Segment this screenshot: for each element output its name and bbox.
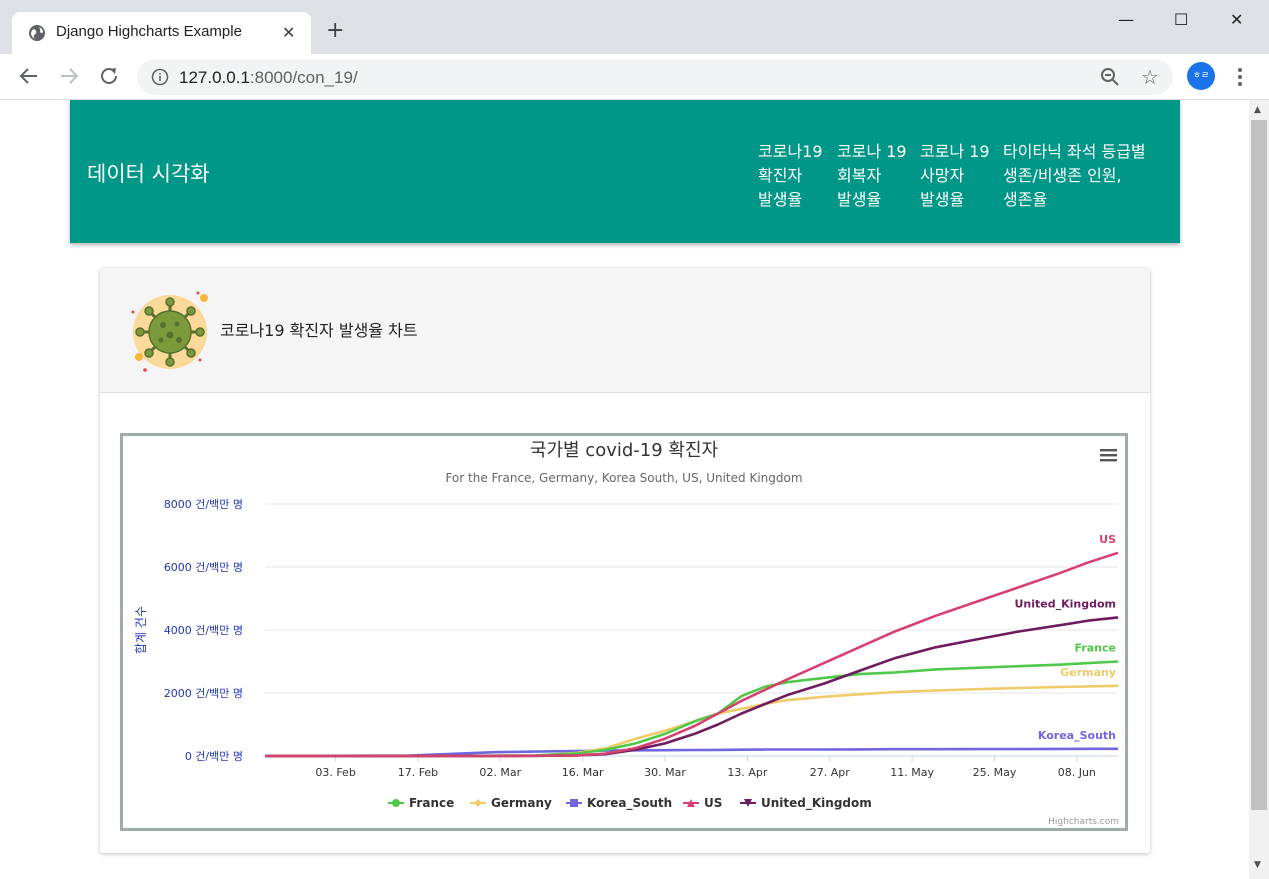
globe-icon	[29, 25, 45, 41]
x-tick-label: 27. Apr	[810, 766, 850, 779]
line-chart: 국가별 covid-19 확진자 For the France, Germany…	[134, 440, 1119, 827]
x-tick-label: 30. Mar	[644, 766, 686, 779]
nav-link-line: 발생율	[837, 190, 882, 209]
x-tick-label: 13. Apr	[727, 766, 767, 779]
back-arrow-icon[interactable]	[17, 64, 41, 88]
info-icon[interactable]	[151, 68, 169, 86]
legend-label: US	[704, 796, 722, 810]
tab-close-icon[interactable]: ✕	[282, 23, 295, 42]
y-tick-label: 0 건/백만 명	[185, 750, 243, 763]
y-axis-ticks: 0 건/백만 명 2000 건/백만 명 4000 건/백만 명 6000 건/백만 …	[164, 498, 243, 763]
x-tick-label: 25. May	[973, 766, 1017, 779]
nav-link-line: 타이타닉 좌석 등급별	[1003, 142, 1146, 161]
x-axis-ticks: 03. Feb 17. Feb 02. Mar 16. Mar 30. Mar 13. A…	[315, 756, 1096, 779]
url-text: 127.0.0.1:8000/con_19/	[179, 68, 358, 88]
nav-link-line: 확진자	[758, 166, 803, 185]
nav-link-line: 생존/비생존 인원,	[1003, 166, 1122, 185]
series-end-label: Germany	[1060, 666, 1116, 679]
url-path: :8000/con_19/	[249, 68, 358, 87]
card-title: 코로나19 확진자 발생율 차트	[220, 321, 418, 340]
legend-marker	[392, 799, 400, 807]
legend-item-united-kingdom[interactable]: United_Kingdom	[740, 796, 872, 811]
nav-link-recovered[interactable]: 코로나 19 회복자 발생율	[837, 140, 907, 212]
chart-subtitle: For the France, Germany, Korea South, US…	[445, 471, 802, 485]
browser-toolbar: 127.0.0.1:8000/con_19/ ☆ ㅎㄹ	[0, 54, 1269, 100]
scroll-up-arrow-icon[interactable]: ▲	[1254, 105, 1261, 115]
chart-legend: France Germany Korea_South US United_Kingdom	[388, 796, 872, 811]
legend-label: United_Kingdom	[761, 796, 872, 811]
legend-marker	[570, 799, 578, 807]
series-end-label: France	[1075, 642, 1116, 655]
profile-avatar[interactable]: ㅎㄹ	[1187, 62, 1215, 90]
nav-link-line: 발생율	[920, 190, 965, 209]
page-viewport: 데이터 시각화 코로나19 확진자 발생율 코로나 19 회복자 발생율 코로나…	[0, 100, 1249, 879]
scroll-thumb[interactable]	[1251, 120, 1267, 810]
series-line-france	[265, 660, 1119, 758]
y-tick-label: 4000 건/백만 명	[164, 624, 243, 637]
nav-link-line: 발생율	[758, 190, 803, 209]
series-lines: Korea_South Germany France United_Kingdom US	[264, 533, 1119, 758]
series-line-germany	[265, 684, 1119, 758]
series-line-us	[265, 551, 1119, 758]
browser-tab[interactable]: Django Highcharts Example ✕	[12, 12, 311, 54]
window-close-icon[interactable]: ✕	[1230, 10, 1243, 29]
site-brand[interactable]: 데이터 시각화	[87, 158, 210, 188]
y-axis-title: 합계 건수	[134, 606, 148, 654]
legend-label: France	[409, 796, 454, 810]
browser-tab-strip: Django Highcharts Example ✕ + — ☐ ✕	[0, 0, 1269, 54]
legend-item-korea-south[interactable]: Korea_South	[566, 796, 672, 811]
nav-link-line: 코로나 19	[920, 142, 990, 161]
chart-menu-icon[interactable]	[1100, 449, 1117, 462]
chart-card: 코로나19 확진자 발생율 차트 국가별 covid-19 확진자 For th…	[100, 268, 1150, 853]
legend-label: Germany	[491, 796, 552, 810]
maximize-icon[interactable]: ☐	[1174, 10, 1188, 29]
y-tick-label: 2000 건/백만 명	[164, 687, 243, 700]
y-tick-label: 6000 건/백만 명	[164, 561, 243, 574]
tab-title: Django Highcharts Example	[56, 23, 242, 40]
new-tab-button[interactable]: +	[326, 19, 344, 43]
vertical-scrollbar[interactable]: ▲ ▼	[1249, 100, 1269, 879]
nav-link-line: 코로나19	[758, 142, 823, 161]
gridlines	[265, 503, 1118, 757]
site-navbar: 데이터 시각화 코로나19 확진자 발생율 코로나 19 회복자 발생율 코로나…	[70, 100, 1180, 243]
x-tick-label: 16. Mar	[562, 766, 604, 779]
zoom-out-icon[interactable]	[1100, 67, 1120, 87]
reload-icon[interactable]	[97, 64, 121, 88]
nav-link-confirmed[interactable]: 코로나19 확진자 발생율	[758, 140, 823, 212]
x-tick-label: 08. Jun	[1058, 766, 1096, 779]
legend-marker	[474, 799, 482, 807]
chart-credits[interactable]: Highcharts.com	[1048, 817, 1119, 827]
nav-link-titanic[interactable]: 타이타닉 좌석 등급별 생존/비생존 인원, 생존율	[1003, 140, 1146, 212]
series-end-label: Korea_South	[1038, 729, 1116, 742]
card-header: 코로나19 확진자 발생율 차트	[100, 268, 1150, 393]
y-tick-label: 8000 건/백만 명	[164, 498, 243, 511]
nav-link-line: 사망자	[920, 166, 965, 185]
series-end-label: United_Kingdom	[1014, 597, 1116, 610]
kebab-menu-icon[interactable]	[1230, 64, 1250, 90]
url-host: 127.0.0.1	[179, 68, 250, 87]
series-line-united-kingdom	[265, 616, 1119, 758]
nav-link-line: 생존율	[1003, 190, 1048, 209]
legend-item-us[interactable]: US	[683, 796, 722, 810]
address-bar[interactable]: 127.0.0.1:8000/con_19/ ☆	[137, 59, 1173, 95]
nav-link-deaths[interactable]: 코로나 19 사망자 발생율	[920, 140, 990, 212]
forward-arrow-icon[interactable]	[57, 64, 81, 88]
bookmark-star-icon[interactable]: ☆	[1141, 65, 1159, 89]
scroll-down-arrow-icon[interactable]: ▼	[1254, 860, 1261, 870]
minimize-icon[interactable]: —	[1118, 10, 1134, 29]
x-tick-label: 02. Mar	[479, 766, 521, 779]
nav-link-line: 회복자	[837, 166, 882, 185]
legend-label: Korea_South	[587, 796, 672, 811]
highcharts-container: 국가별 covid-19 확진자 For the France, Germany…	[120, 433, 1128, 831]
series-end-label: US	[1099, 533, 1116, 546]
legend-item-france[interactable]: France	[388, 796, 454, 810]
nav-link-line: 코로나 19	[837, 142, 907, 161]
x-tick-label: 17. Feb	[398, 766, 438, 779]
x-tick-label: 03. Feb	[315, 766, 355, 779]
chart-title: 국가별 covid-19 확진자	[530, 440, 719, 461]
legend-item-germany[interactable]: Germany	[470, 796, 552, 810]
virus-icon	[131, 291, 208, 372]
x-tick-label: 11. May	[890, 766, 934, 779]
